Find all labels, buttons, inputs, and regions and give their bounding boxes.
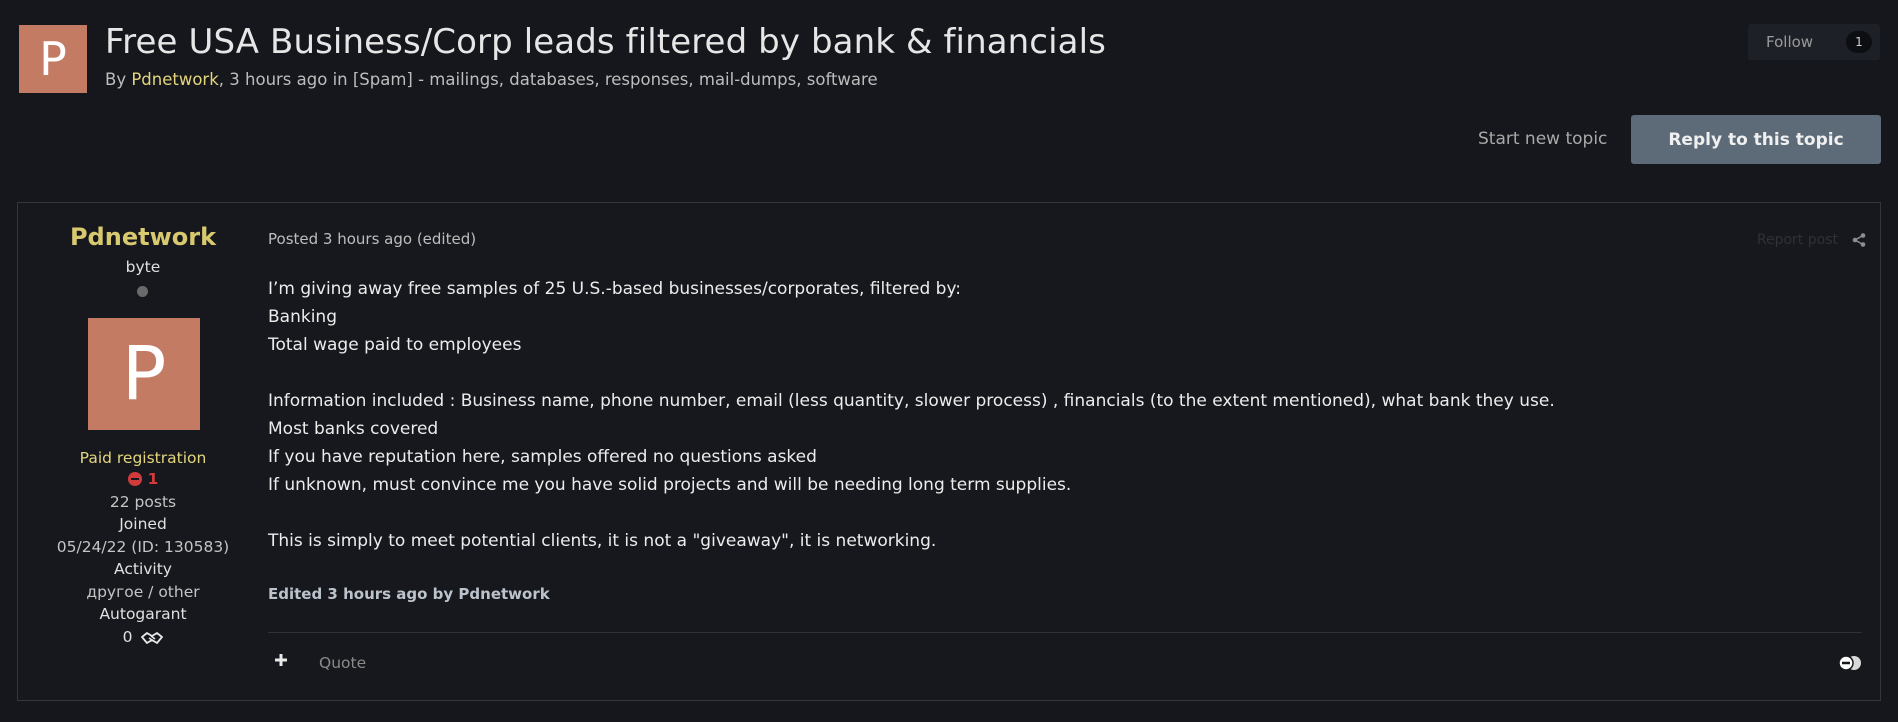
byline-prefix: By [105,70,132,89]
post-content: Posted 3 hours ago (edited) Report post … [268,203,1880,700]
joined-label: Joined [119,515,167,533]
report-post-link[interactable]: Report post [1757,232,1838,248]
post-body-line: This is simply to meet potential clients… [268,531,937,551]
reaction-icon[interactable] [1838,655,1862,671]
reply-to-topic-button[interactable]: Reply to this topic [1631,115,1881,164]
post: Pdnetwork byte P Paid registration 1 22 … [17,202,1881,701]
post-meta: Posted 3 hours ago (edited) [268,230,477,248]
byline-author-link[interactable]: Pdnetwork [131,70,218,89]
follow-count-badge: 1 [1846,31,1872,53]
activity-value: другое / other [86,583,200,601]
post-footer-divider [268,632,1862,633]
topic-title: Free USA Business/Corp leads filtered by… [105,22,1106,62]
topic-byline: By Pdnetwork, 3 hours ago in [Spam] - ma… [105,70,878,89]
post-body: I’m giving away free samples of 25 U.S.-… [268,275,1848,555]
minus-circle-icon [127,472,142,486]
post-body-line: Banking [268,307,337,327]
post-body-line: Information included : Business name, ph… [268,391,1555,411]
post-author-rank: byte [125,258,161,276]
post-body-line [268,499,1848,527]
post-body-line [268,359,1848,387]
post-body-line: I’m giving away free samples of 25 U.S.-… [268,279,961,299]
activity-label: Activity [114,560,172,578]
offline-status-dot-icon [137,286,148,297]
follow-label: Follow [1766,33,1814,51]
share-icon[interactable] [1852,233,1866,247]
topic-author-avatar[interactable]: P [19,25,87,93]
follow-button[interactable]: Follow 1 [1748,24,1880,60]
post-body-line: If unknown, must convince me you have so… [268,475,1072,495]
post-author-panel: Pdnetwork byte P Paid registration 1 22 … [18,203,268,700]
post-author-posts[interactable]: 22 posts [18,493,268,511]
post-author-group: Paid registration [79,449,207,467]
autogarant-value: 0 [122,628,133,646]
post-body-line: If you have reputation here, samples off… [268,447,817,467]
edited-note: Edited 3 hours ago by Pdnetwork [268,585,550,603]
joined-value: 05/24/22 (ID: 130583) [56,538,230,556]
post-author-name[interactable]: Pdnetwork [18,223,268,251]
post-author-reputation[interactable]: 1 [18,470,268,488]
topic-header: P Free USA Business/Corp leads filtered … [0,0,1898,200]
autogarant-row: 0 [18,628,268,646]
autogarant-label: Autogarant [99,605,187,623]
post-body-line: Most banks covered [268,419,439,439]
post-body-line: Total wage paid to employees [268,335,522,355]
post-author-avatar[interactable]: P [88,318,200,430]
start-new-topic-link[interactable]: Start new topic [1478,129,1607,149]
handshake-icon [141,631,164,644]
quote-button[interactable]: Quote [319,654,366,672]
byline-suffix: , 3 hours ago in [Spam] - mailings, data… [218,70,878,89]
reputation-value: 1 [147,470,159,488]
plus-icon[interactable] [274,653,288,667]
